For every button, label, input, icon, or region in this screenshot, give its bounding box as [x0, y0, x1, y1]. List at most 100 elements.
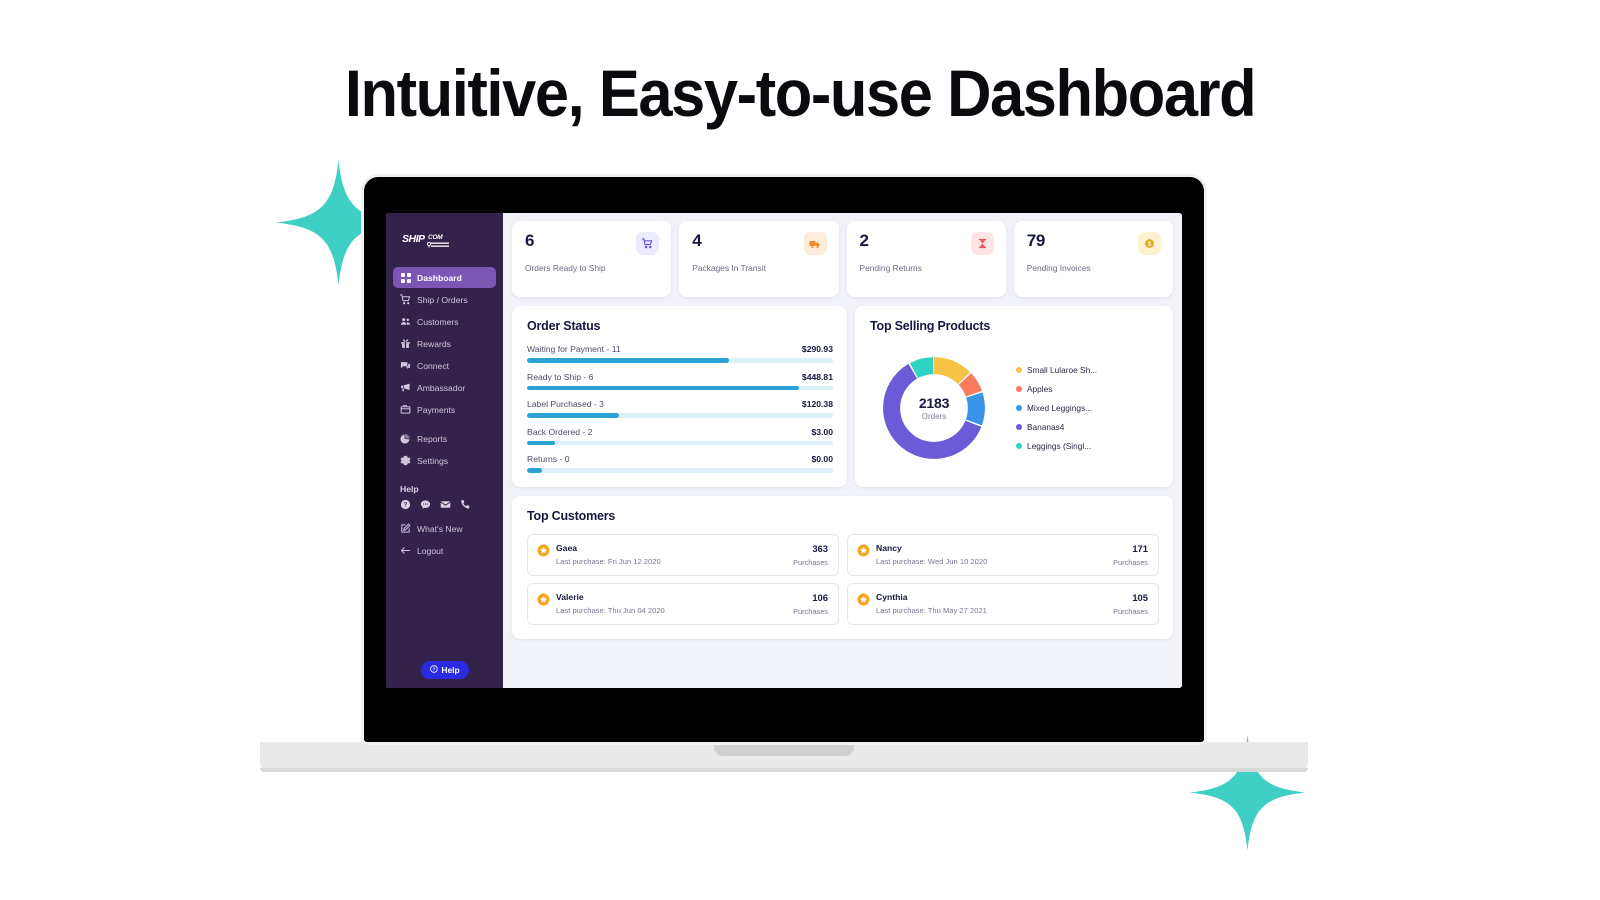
- customer-card[interactable]: Valerie Last purchase: Thu Jun 04 2020 1…: [527, 582, 839, 625]
- order-status-row[interactable]: Ready to Ship - 6 $448.81: [527, 371, 833, 390]
- donut-segment[interactable]: [883, 357, 985, 459]
- pie-icon: [400, 433, 411, 444]
- customer-last-purchase: Last purchase: Fri Jun 12 2020: [556, 556, 661, 566]
- envelope-icon[interactable]: [440, 499, 451, 510]
- sidebar-item-customers[interactable]: Customers: [393, 311, 496, 332]
- stat-card-text: 4 Packages In Transit: [692, 232, 766, 273]
- order-status-row[interactable]: Returns - 0 $0.00: [527, 454, 833, 473]
- sidebar-item-dashboard[interactable]: Dashboard: [393, 267, 496, 288]
- order-status-row[interactable]: Waiting for Payment - 11 $290.93: [527, 344, 833, 363]
- panel-title: Order Status: [527, 319, 601, 333]
- legend-item[interactable]: Small Lularoe Sh...: [1016, 365, 1097, 375]
- sidebar-item-reports[interactable]: Reports: [393, 428, 496, 449]
- legend-color-swatch: [1016, 386, 1022, 392]
- sidebar-item-settings[interactable]: Settings: [393, 450, 496, 471]
- stat-card-pending-returns[interactable]: 2 Pending Returns: [846, 221, 1006, 297]
- order-status-row[interactable]: Back Ordered - 2 $3.00: [527, 427, 833, 445]
- edit-square-icon: [400, 523, 411, 534]
- progress-fill: [527, 385, 800, 390]
- sidebar-item-label: Payments: [417, 404, 456, 415]
- sidebar-item-label: Ambassador: [417, 382, 466, 393]
- order-status-row[interactable]: Label Purchased - 3 $120.38: [527, 399, 833, 418]
- sidebar-item-whats-new[interactable]: What's New: [393, 518, 496, 539]
- chat-bubble-icon[interactable]: [420, 499, 431, 510]
- users-icon: [400, 316, 411, 327]
- phone-icon[interactable]: [460, 499, 471, 510]
- customer-last-purchase: Last purchase: Thu May 27 2021: [876, 605, 987, 615]
- donut-chart: 2183 Orders: [878, 352, 990, 464]
- order-status-label: Label Purchased - 3: [527, 399, 604, 409]
- sidebar-item-connect[interactable]: Connect: [393, 355, 496, 376]
- customer-card[interactable]: Gaea Last purchase: Fri Jun 12 2020 363 …: [527, 533, 839, 576]
- sidebar-secondary-nav: What's New Logout: [386, 518, 503, 561]
- legend-item[interactable]: Bananas4: [1016, 422, 1097, 432]
- stat-card-orders-ready[interactable]: 6 Orders Ready to Ship: [512, 221, 672, 297]
- sidebar-item-rewards[interactable]: Rewards: [393, 333, 496, 354]
- top-selling-products-panel: Top Selling Products 2183 Orders Small L…: [855, 306, 1173, 487]
- legend-label: Bananas4: [1027, 422, 1065, 432]
- svg-text:COM: COM: [428, 234, 443, 241]
- sidebar-item-logout[interactable]: Logout: [393, 540, 496, 561]
- sidebar: SHIP COM Dashboard Ship / Orders Custome…: [386, 213, 503, 688]
- chart-legend: Small Lularoe Sh... Apples Mixed Legging…: [1016, 365, 1097, 451]
- legend-item[interactable]: Mixed Leggings...: [1016, 403, 1097, 413]
- sidebar-item-label: Dashboard: [417, 272, 462, 283]
- help-button-label: Help: [441, 665, 460, 675]
- stat-card-pending-invoices[interactable]: 79 Pending Invoices $: [1013, 221, 1173, 297]
- customer-purchase-count: 105: [1132, 591, 1148, 603]
- truck-icon: [803, 232, 827, 255]
- brand-logo[interactable]: SHIP COM: [402, 231, 503, 253]
- progress-track: [527, 440, 833, 445]
- stat-value: 2: [859, 231, 869, 250]
- order-status-label: Returns - 0: [527, 454, 570, 464]
- laptop-trackpad-notch: [714, 742, 854, 756]
- mid-row: Order Status Waiting for Payment - 11 $2…: [512, 306, 1173, 487]
- order-status-amount: $448.81: [801, 371, 833, 382]
- customer-card[interactable]: Nancy Last purchase: Wed Jun 10 2020 171…: [847, 533, 1159, 576]
- sidebar-item-label: Reports: [417, 433, 448, 444]
- progress-track: [527, 468, 833, 473]
- app-screen: SHIP COM Dashboard Ship / Orders Custome…: [386, 213, 1182, 688]
- sidebar-item-payments[interactable]: Payments: [393, 399, 496, 420]
- top-customers-panel: Top Customers Gaea Last purchase: Fri Ju…: [512, 495, 1173, 639]
- laptop-mockup: SHIP COM Dashboard Ship / Orders Custome…: [260, 177, 1308, 772]
- chat-icon: [400, 360, 411, 371]
- sidebar-item-label: Settings: [417, 455, 449, 466]
- stat-value: 4: [692, 231, 702, 250]
- star-icon: [857, 593, 870, 606]
- sidebar-item-label: Connect: [417, 360, 450, 371]
- stat-card-packages-transit[interactable]: 4 Packages In Transit: [679, 221, 839, 297]
- progress-fill: [527, 358, 729, 363]
- grid-icon: [400, 272, 411, 283]
- svg-text:SHIP: SHIP: [402, 233, 426, 245]
- order-status-label: Ready to Ship - 6: [527, 371, 594, 382]
- legend-label: Mixed Leggings...: [1027, 403, 1093, 413]
- customer-card[interactable]: Cynthia Last purchase: Thu May 27 2021 1…: [847, 582, 1159, 625]
- customer-grid: Gaea Last purchase: Fri Jun 12 2020 363 …: [527, 533, 1159, 625]
- legend-color-swatch: [1016, 367, 1022, 373]
- laptop-base-shadow: [260, 768, 1308, 772]
- main-content: 6 Orders Ready to Ship 4 Packages In Tra…: [503, 213, 1182, 688]
- arrow-left-icon: [400, 545, 411, 556]
- legend-item[interactable]: Apples: [1016, 384, 1097, 394]
- sidebar-item-label: Customers: [417, 316, 459, 327]
- legend-color-swatch: [1016, 443, 1022, 449]
- customer-name: Gaea: [556, 542, 578, 553]
- legend-item[interactable]: Leggings (Singl...: [1016, 441, 1097, 451]
- customer-purchase-count: 106: [812, 591, 828, 603]
- purchases-label: Purchases: [793, 606, 828, 616]
- donut-chart-area: 2183 Orders Small Lularoe Sh... Apples M…: [870, 344, 1159, 464]
- help-section-heading: Help: [400, 484, 419, 494]
- customer-last-purchase: Last purchase: Thu Jun 04 2020: [556, 605, 665, 615]
- help-button[interactable]: ? Help: [420, 661, 469, 679]
- sidebar-item-ship-orders[interactable]: Ship / Orders: [393, 289, 496, 310]
- question-circle-icon[interactable]: ?: [400, 499, 411, 510]
- panel-title: Top Customers: [527, 508, 616, 523]
- order-status-amount: $0.00: [811, 454, 833, 464]
- sidebar-item-ambassador[interactable]: Ambassador: [393, 377, 496, 398]
- sidebar-nav: Dashboard Ship / Orders Customers Reward…: [386, 267, 503, 471]
- order-status-amount: $290.93: [801, 344, 833, 354]
- customer-purchase-count: 363: [812, 542, 828, 554]
- customer-name: Valerie: [556, 591, 584, 602]
- legend-label: Apples: [1027, 384, 1053, 394]
